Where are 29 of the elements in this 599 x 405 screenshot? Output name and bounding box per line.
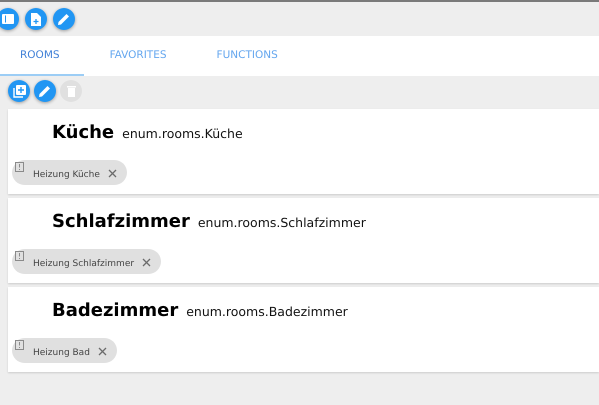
add-copy-icon [12, 84, 26, 98]
room-name: Schlafzimmer [52, 211, 190, 232]
chip-label: Heizung Küche [33, 168, 100, 180]
edit-button[interactable] [34, 80, 56, 102]
device-icon [15, 162, 24, 172]
close-icon[interactable] [108, 167, 117, 178]
close-icon[interactable] [98, 345, 107, 356]
tab[interactable]: FAVORITES [90, 36, 191, 76]
device-icon [15, 340, 24, 350]
device-icon [15, 251, 24, 261]
add-button[interactable] [8, 80, 30, 102]
pencil-icon [39, 85, 51, 97]
new-file-icon [31, 12, 41, 26]
room-name: Badezimmer [52, 300, 178, 321]
close-icon[interactable] [142, 256, 152, 267]
pencil-icon [58, 13, 70, 25]
tab[interactable]: FUNCTIONS [196, 36, 302, 76]
chip-label: Heizung Schlafzimmer [33, 258, 134, 268]
room-name: Küche [52, 122, 114, 143]
room-id: enum.rooms.Badezimmer [186, 304, 348, 319]
panel-icon [2, 14, 14, 24]
room-id: enum.rooms.Küche [122, 126, 243, 141]
edit-button[interactable] [53, 8, 75, 30]
panel-button[interactable] [0, 8, 19, 30]
room-id: enum.rooms.Schlafzimmer [198, 215, 366, 230]
chip-label: Heizung Bad [33, 346, 90, 358]
tab[interactable]: ROOMS [0, 36, 84, 76]
trash-icon [66, 86, 76, 96]
new-file-button[interactable] [25, 8, 47, 30]
